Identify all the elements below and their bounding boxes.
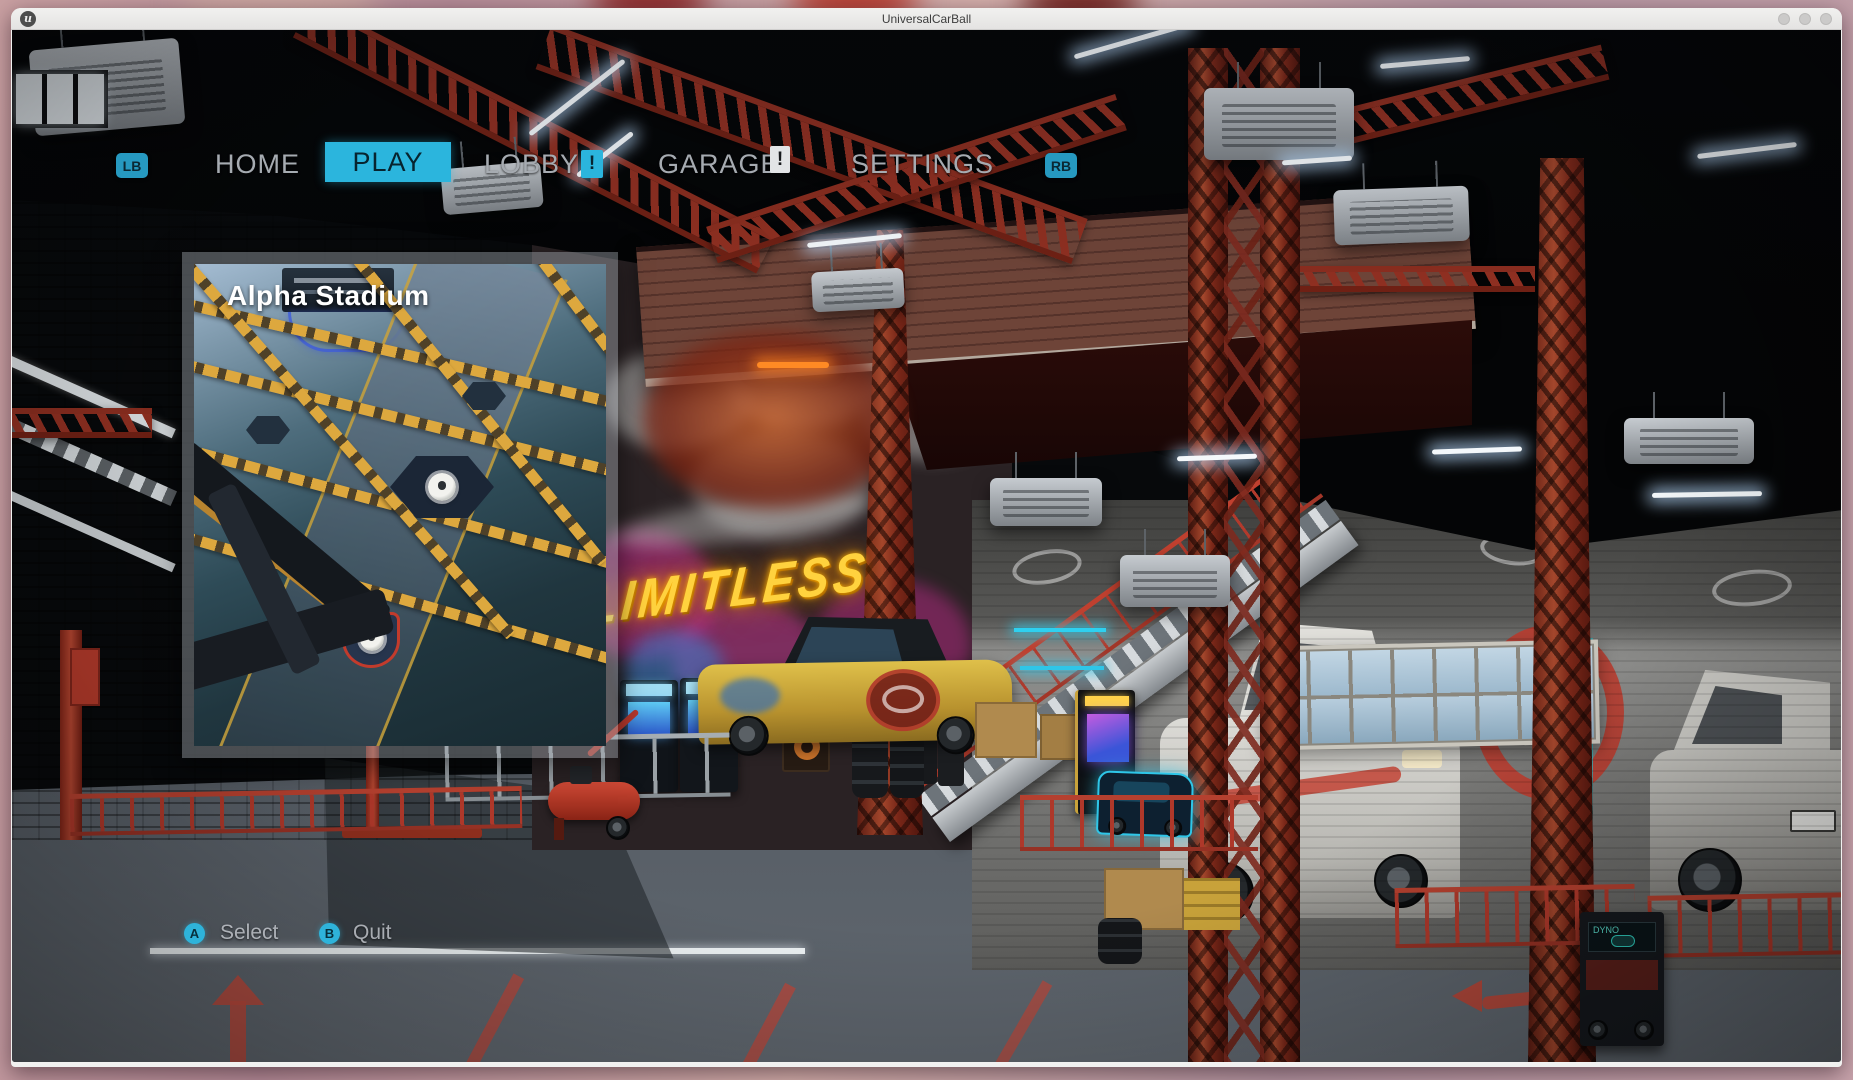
neon-shelf-light bbox=[1020, 666, 1104, 670]
grid-light bbox=[12, 70, 108, 128]
left-lift-post bbox=[152, 620, 168, 740]
map-preview-image: Alpha Stadium bbox=[194, 264, 606, 746]
desktop-background: u UniversalCarBall bbox=[0, 0, 1853, 1080]
window-titlebar[interactable]: u UniversalCarBall bbox=[11, 8, 1842, 30]
tab-play[interactable]: PLAY bbox=[325, 142, 451, 182]
crate-yellow bbox=[1184, 878, 1240, 930]
hvac-unit bbox=[1333, 186, 1470, 246]
lobby-notification-badge: ! bbox=[581, 150, 603, 178]
neon-shelf-light bbox=[1014, 628, 1106, 632]
hvac-unit bbox=[1204, 88, 1354, 160]
prompt-quit-label[interactable]: Quit bbox=[353, 921, 392, 945]
red-railing bbox=[70, 786, 523, 836]
roof-truss bbox=[1297, 266, 1535, 292]
tab-lobby[interactable]: LOBBY bbox=[484, 149, 579, 180]
map-preview-panel[interactable]: Alpha Stadium bbox=[182, 252, 618, 758]
game-viewport: LIMITLESS bbox=[12, 30, 1841, 1062]
shoulder-button-rb[interactable]: RB bbox=[1045, 153, 1077, 178]
gamepad-a-button-icon[interactable]: A bbox=[184, 923, 205, 944]
hvac-unit bbox=[811, 268, 905, 313]
map-title: Alpha Stadium bbox=[227, 280, 430, 312]
dyno-screen-dial bbox=[1611, 935, 1635, 947]
prompt-select-label[interactable]: Select bbox=[220, 921, 278, 945]
map-small-badge bbox=[246, 416, 290, 444]
hvac-unit bbox=[990, 478, 1102, 526]
tire-stack bbox=[1098, 918, 1142, 964]
window-title: UniversalCarBall bbox=[11, 12, 1842, 26]
left-red-cabinet bbox=[70, 648, 100, 706]
yellow-car bbox=[697, 607, 1016, 777]
cardboard-box bbox=[975, 702, 1037, 758]
tab-play-label: PLAY bbox=[352, 147, 423, 178]
dyno-screen-label: DYNO bbox=[1593, 925, 1619, 935]
compressor bbox=[540, 754, 650, 850]
left-wall-truss bbox=[12, 408, 152, 438]
hvac-unit bbox=[1120, 555, 1230, 607]
window-control-3[interactable] bbox=[1820, 13, 1832, 25]
red-barrier bbox=[1020, 795, 1258, 851]
tab-settings[interactable]: SETTINGS bbox=[851, 149, 994, 180]
red-barrier bbox=[1647, 892, 1841, 958]
app-window: u UniversalCarBall bbox=[11, 8, 1842, 1067]
mezzanine-warm-glow bbox=[642, 330, 902, 510]
tab-garage[interactable]: GARAGE bbox=[658, 149, 780, 180]
shoulder-button-lb[interactable]: LB bbox=[116, 153, 148, 178]
tab-home[interactable]: HOME bbox=[215, 149, 300, 180]
floor-arrow-up bbox=[212, 975, 264, 1062]
gamepad-b-button-icon[interactable]: B bbox=[319, 923, 340, 944]
garage-notification-badge: ! bbox=[770, 146, 790, 173]
window-control-2[interactable] bbox=[1799, 13, 1811, 25]
dyno-cart: DYNO bbox=[1580, 912, 1664, 1046]
under-balcony-light bbox=[757, 362, 829, 368]
hvac-unit bbox=[1624, 418, 1754, 464]
window-control-1[interactable] bbox=[1778, 13, 1790, 25]
left-white-stairs bbox=[12, 360, 172, 590]
